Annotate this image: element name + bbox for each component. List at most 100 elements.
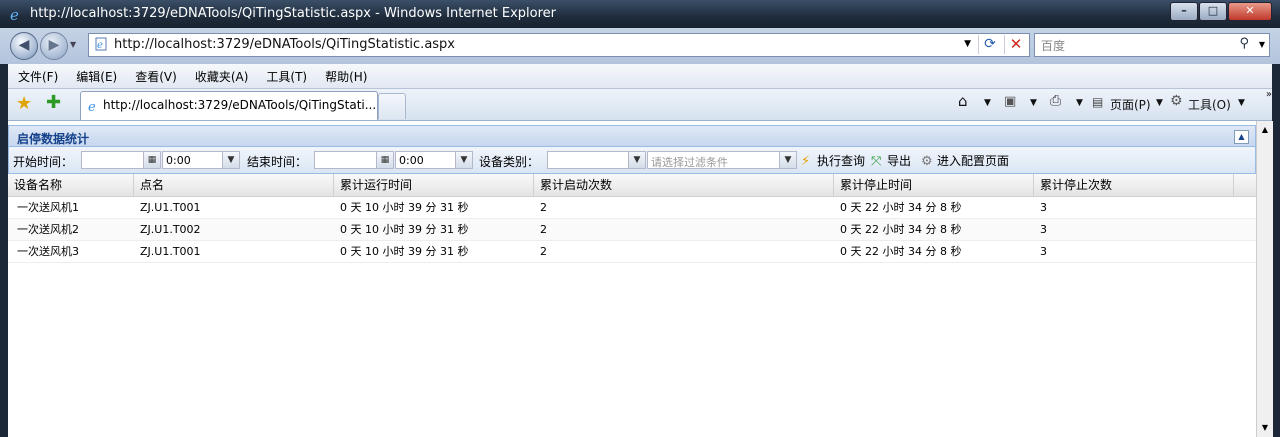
tools-menu-button[interactable]: 工具(O) bbox=[1188, 96, 1231, 113]
chevron-more-icon[interactable]: » bbox=[1266, 89, 1272, 100]
start-time-select[interactable]: 0:00 ▼ bbox=[162, 151, 240, 169]
chevron-down-icon[interactable]: ▼ bbox=[628, 152, 645, 168]
scroll-down-icon[interactable]: ▼ bbox=[1259, 423, 1271, 433]
cell-point-name: ZJ.U1.T001 bbox=[140, 201, 201, 214]
window-frame-left bbox=[0, 64, 8, 437]
stop-button[interactable]: ✕ bbox=[1004, 35, 1027, 54]
config-icon: ⚙ bbox=[921, 154, 933, 169]
cell-stop-count: 3 bbox=[1040, 245, 1047, 258]
execute-query-button[interactable]: ⚡ 执行查询 bbox=[801, 152, 865, 169]
cell-point-name: ZJ.U1.T001 bbox=[140, 245, 201, 258]
favorites-star-icon[interactable]: ★ bbox=[16, 93, 32, 114]
menu-edit[interactable]: 编辑(E) bbox=[66, 64, 125, 85]
history-dropdown-icon[interactable]: ▼ bbox=[70, 40, 76, 49]
back-arrow-icon: ◀ bbox=[18, 37, 30, 53]
config-page-button[interactable]: ⚙ 进入配置页面 bbox=[921, 152, 1009, 169]
window-title: http://localhost:3729/eDNATools/QiTingSt… bbox=[30, 6, 556, 21]
minimize-button[interactable]: – bbox=[1170, 2, 1198, 21]
address-dropdown-icon[interactable]: ▼ bbox=[964, 39, 971, 49]
calendar-icon[interactable]: ▦ bbox=[376, 152, 393, 168]
end-time-value[interactable]: 0:00 bbox=[399, 154, 424, 167]
feeds-dropdown-icon[interactable]: ▼ bbox=[1030, 98, 1037, 108]
page-dropdown-icon[interactable]: ▼ bbox=[1156, 98, 1163, 108]
print-dropdown-icon[interactable]: ▼ bbox=[1076, 98, 1083, 108]
home-dropdown-icon[interactable]: ▼ bbox=[984, 98, 991, 108]
category-select[interactable]: ▼ bbox=[547, 151, 646, 169]
cell-start-count: 2 bbox=[540, 201, 547, 214]
column-header[interactable]: 点名 bbox=[134, 174, 334, 196]
forward-arrow-icon: ▶ bbox=[48, 37, 60, 53]
column-header[interactable]: 累计停止时间 bbox=[834, 174, 1034, 196]
gear-icon: ⚙ bbox=[1170, 93, 1183, 109]
calendar-icon[interactable]: ▦ bbox=[143, 152, 160, 168]
export-label[interactable]: 导出 bbox=[887, 154, 911, 168]
tools-dropdown-icon[interactable]: ▼ bbox=[1238, 98, 1245, 108]
panel-title: 启停数据统计 bbox=[17, 132, 90, 146]
collapse-icon[interactable]: ▲ bbox=[1234, 130, 1249, 144]
column-header[interactable]: 累计运行时间 bbox=[334, 174, 534, 196]
config-page-label[interactable]: 进入配置页面 bbox=[937, 154, 1009, 168]
filter-placeholder[interactable]: 请选择过滤条件 bbox=[651, 154, 728, 170]
feeds-icon[interactable]: ▣ bbox=[1004, 94, 1016, 109]
chevron-down-icon[interactable]: ▼ bbox=[455, 152, 472, 168]
cell-start-count: 2 bbox=[540, 245, 547, 258]
search-icon[interactable]: ⚲ bbox=[1239, 36, 1249, 51]
column-header[interactable]: 累计停止次数 bbox=[1034, 174, 1234, 196]
table-row[interactable]: 一次送风机2 ZJ.U1.T002 0 天 10 小时 39 分 31 秒 2 … bbox=[8, 219, 1256, 241]
maximize-button[interactable]: □ bbox=[1199, 2, 1227, 21]
address-field[interactable]: e http://localhost:3729/eDNATools/QiTing… bbox=[88, 33, 1030, 57]
window-frame-right bbox=[1272, 64, 1280, 437]
tab-label[interactable]: http://localhost:3729/eDNATools/QiTingSt… bbox=[103, 98, 376, 112]
print-icon[interactable]: ⎙ bbox=[1050, 93, 1061, 109]
new-tab-button[interactable] bbox=[378, 93, 406, 119]
home-icon[interactable]: ⌂ bbox=[958, 92, 968, 110]
cell-point-name: ZJ.U1.T002 bbox=[140, 223, 201, 236]
end-date-field[interactable]: ▦ bbox=[314, 151, 394, 169]
ie-logo-icon: e bbox=[10, 6, 19, 22]
end-time-label: 结束时间： bbox=[247, 155, 308, 169]
end-time-select[interactable]: 0:00 ▼ bbox=[395, 151, 473, 169]
menu-view[interactable]: 查看(V) bbox=[125, 64, 185, 85]
refresh-button[interactable]: ⟳ bbox=[978, 35, 1001, 54]
search-dropdown-icon[interactable]: ▼ bbox=[1259, 40, 1265, 49]
forward-button[interactable]: ▶ bbox=[40, 32, 68, 60]
add-favorite-icon[interactable]: ✚ bbox=[46, 92, 61, 113]
export-button[interactable]: ⤧ 导出 bbox=[871, 152, 911, 169]
cell-run-time: 0 天 10 小时 39 分 31 秒 bbox=[340, 201, 469, 214]
start-time-label: 开始时间： bbox=[13, 155, 74, 169]
menu-bar: 文件(F) 编辑(E) 查看(V) 收藏夹(A) 工具(T) 帮助(H) bbox=[8, 64, 1272, 89]
scroll-up-icon[interactable]: ▲ bbox=[1259, 125, 1271, 135]
menu-file[interactable]: 文件(F) bbox=[8, 64, 66, 85]
chevron-down-icon[interactable]: ▼ bbox=[779, 152, 796, 168]
cell-stop-time: 0 天 22 小时 34 分 8 秒 bbox=[840, 245, 962, 258]
tab-bar: ★ ✚ e http://localhost:3729/eDNATools/Qi… bbox=[8, 89, 1272, 121]
page-menu-button[interactable]: 页面(P) bbox=[1110, 96, 1151, 113]
table-row[interactable]: 一次送风机3 ZJ.U1.T001 0 天 10 小时 39 分 31 秒 2 … bbox=[8, 241, 1256, 263]
cell-run-time: 0 天 10 小时 39 分 31 秒 bbox=[340, 245, 469, 258]
search-box[interactable]: 百度 ⚲ ▼ bbox=[1034, 33, 1270, 57]
filter-select[interactable]: 请选择过滤条件 ▼ bbox=[647, 151, 797, 169]
table-row[interactable]: 一次送风机1 ZJ.U1.T001 0 天 10 小时 39 分 31 秒 2 … bbox=[8, 197, 1256, 219]
execute-query-label[interactable]: 执行查询 bbox=[817, 154, 865, 168]
query-toolbar: 开始时间： ▦ 0:00 ▼ 结束时间： ▦ 0:00 ▼ 设备类别： ▼ 请选… bbox=[8, 147, 1256, 174]
window-titlebar: e http://localhost:3729/eDNATools/QiTing… bbox=[0, 0, 1280, 28]
cell-start-count: 2 bbox=[540, 223, 547, 236]
search-placeholder[interactable]: 百度 bbox=[1041, 37, 1065, 54]
chevron-down-icon[interactable]: ▼ bbox=[222, 152, 239, 168]
vertical-scrollbar[interactable]: ▲ ▼ bbox=[1256, 121, 1273, 437]
menu-help[interactable]: 帮助(H) bbox=[315, 64, 375, 85]
page-content: 启停数据统计 ▲ 开始时间： ▦ 0:00 ▼ 结束时间： ▦ 0:00 ▼ 设… bbox=[8, 121, 1256, 437]
column-header[interactable]: 累计启动次数 bbox=[534, 174, 834, 196]
statistics-grid: 设备名称 点名 累计运行时间 累计启动次数 累计停止时间 累计停止次数 一次送风… bbox=[8, 174, 1256, 263]
page-menu-icon: ▤ bbox=[1092, 95, 1104, 109]
close-window-button[interactable]: ✕ bbox=[1228, 2, 1272, 21]
menu-tools[interactable]: 工具(T) bbox=[256, 64, 315, 85]
start-date-field[interactable]: ▦ bbox=[81, 151, 161, 169]
back-button[interactable]: ◀ bbox=[10, 32, 38, 60]
column-header[interactable]: 设备名称 bbox=[8, 174, 134, 196]
start-time-value[interactable]: 0:00 bbox=[166, 154, 191, 167]
browser-tab[interactable]: e http://localhost:3729/eDNATools/QiTing… bbox=[80, 91, 378, 120]
menu-favorites[interactable]: 收藏夹(A) bbox=[185, 64, 257, 85]
address-url[interactable]: http://localhost:3729/eDNATools/QiTingSt… bbox=[114, 37, 455, 52]
lightning-icon: ⚡ bbox=[801, 154, 811, 169]
